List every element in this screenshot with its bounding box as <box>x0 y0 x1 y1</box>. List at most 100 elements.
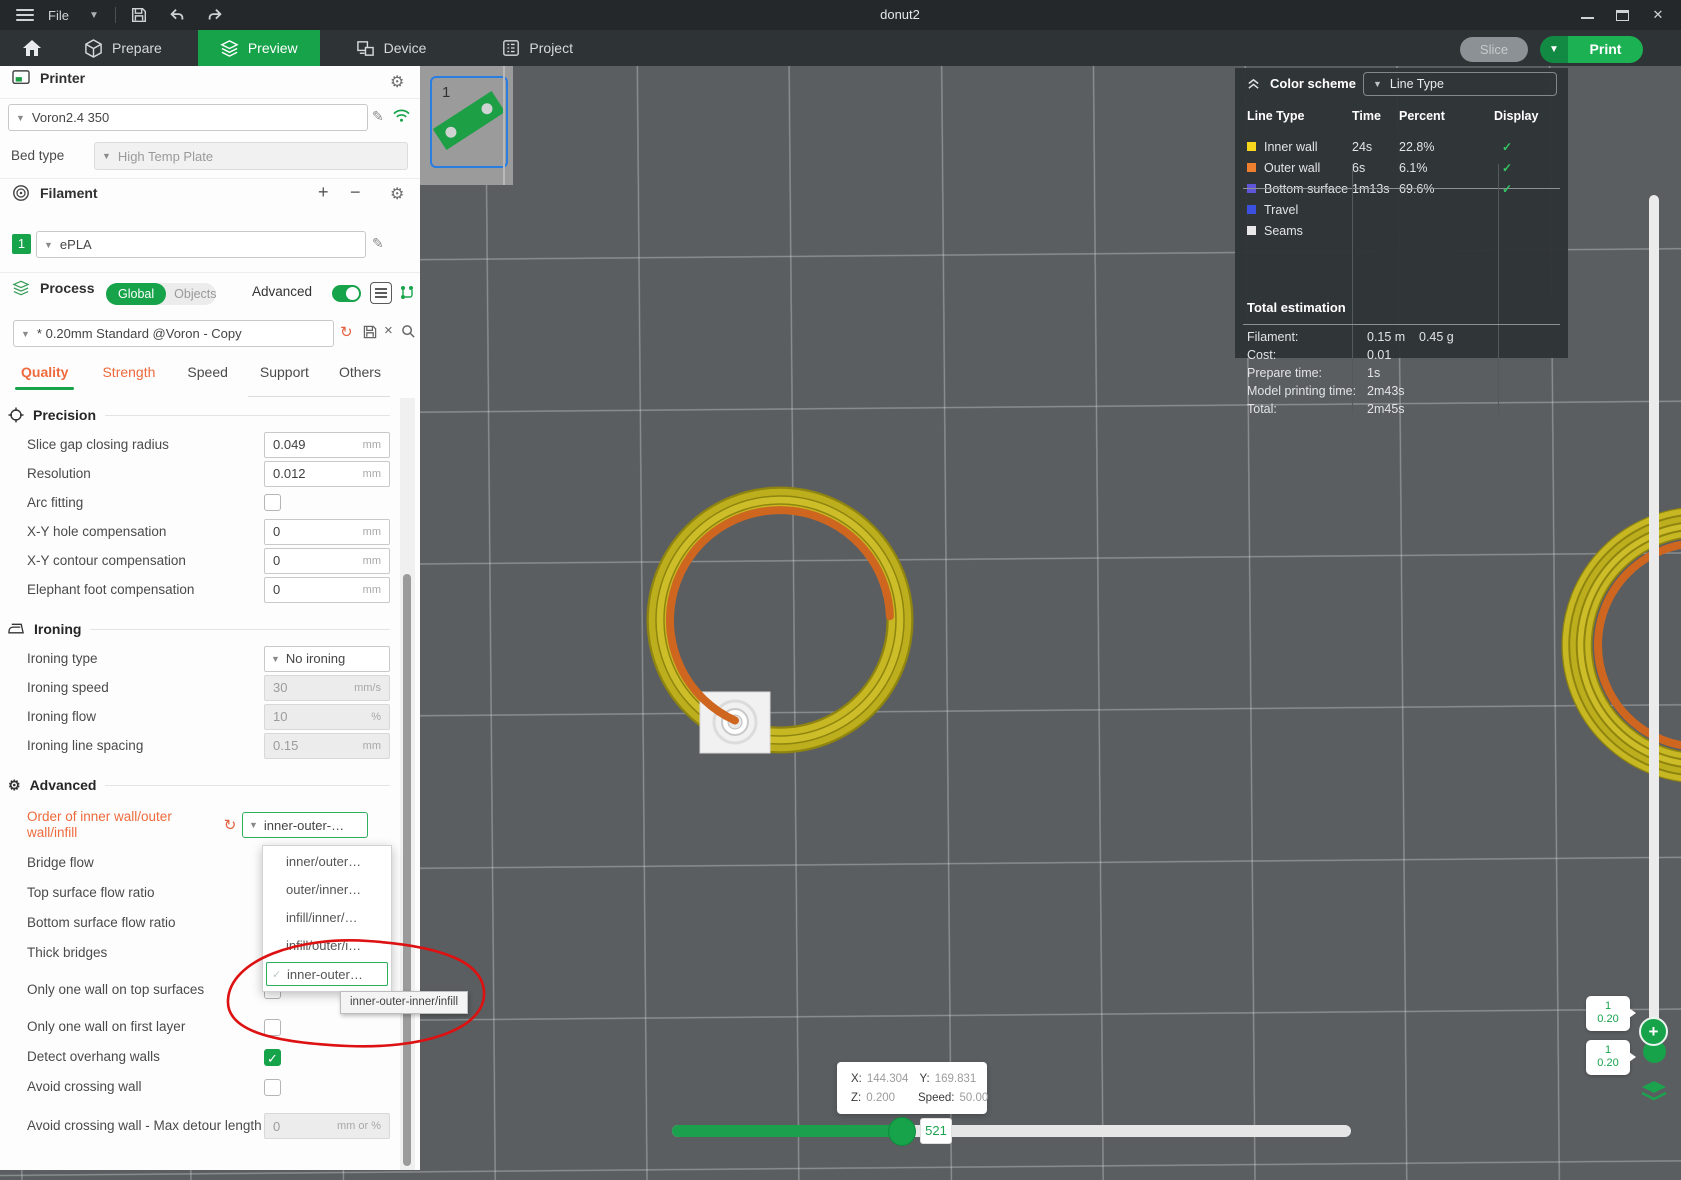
prepare-tab[interactable]: Prepare <box>74 30 172 66</box>
tab-support[interactable]: Support <box>258 362 311 390</box>
advanced-mode-toggle[interactable] <box>332 285 361 302</box>
chevron-down-icon: ▼ <box>249 820 258 830</box>
filament-icon <box>12 184 30 202</box>
dropdown-option[interactable]: infill/inner/… <box>263 904 391 932</box>
search-icon[interactable] <box>401 324 416 339</box>
project-icon <box>502 39 520 57</box>
outer-wall-swatch <box>1247 163 1256 172</box>
close-button[interactable]: ✕ <box>1651 7 1665 23</box>
add-filament-button[interactable]: + <box>318 182 329 203</box>
parameter-list-icon[interactable] <box>370 282 392 304</box>
dropdown-option[interactable]: infill/outer/i… <box>263 932 391 960</box>
undo-icon[interactable] <box>168 6 186 24</box>
max-detour-input: 0mm or % <box>264 1113 390 1139</box>
filament-slot-badge: 1 <box>12 234 31 254</box>
reset-preset-icon[interactable]: ↻ <box>340 323 353 341</box>
remove-filament-button[interactable]: − <box>350 182 361 203</box>
estimation-row: Total:2m45s <box>1247 402 1419 416</box>
arc-fitting-checkbox[interactable] <box>264 494 281 511</box>
home-icon <box>22 39 42 57</box>
edit-printer-icon[interactable]: ✎ <box>372 108 384 125</box>
dropdown-tooltip: inner-outer-inner/infill <box>340 991 468 1014</box>
avoid-crossing-wall-checkbox[interactable] <box>264 1079 281 1096</box>
process-preset-select[interactable]: ▼ * 0.20mm Standard @Voron - Copy <box>13 320 334 347</box>
line-type-select[interactable]: ▼ Line Type <box>1363 72 1557 96</box>
col-display: Display <box>1494 109 1554 123</box>
divider <box>1243 188 1560 189</box>
save-preset-icon[interactable] <box>362 324 378 340</box>
slice-button[interactable]: Slice <box>1460 37 1528 62</box>
minimize-button[interactable] <box>1581 11 1594 19</box>
layers-icon <box>220 39 239 58</box>
chevron-down-icon[interactable]: ▼ <box>89 10 99 21</box>
travel-swatch <box>1247 205 1256 214</box>
scope-objects[interactable]: Objects <box>166 287 224 301</box>
move-slider-fill <box>672 1125 902 1137</box>
reset-order-icon[interactable]: ↻ <box>221 816 239 834</box>
collapse-icon[interactable] <box>1247 77 1260 90</box>
scope-global[interactable]: Global <box>106 283 166 305</box>
printer-select[interactable]: ▼ Voron2.4 350 <box>8 104 368 131</box>
order-select[interactable]: ▼inner-outer-… <box>242 812 368 838</box>
estimation-row: Model printing time:2m43s <box>1247 384 1419 398</box>
move-slider-handle[interactable] <box>888 1117 916 1146</box>
tab-others[interactable]: Others <box>337 362 383 390</box>
tab-strength[interactable]: Strength <box>100 362 157 390</box>
precision-title: Precision <box>33 407 96 423</box>
elephant-foot-input[interactable]: 0mm <box>264 577 390 603</box>
layer-slider-handle-upper[interactable]: + <box>1639 1017 1668 1046</box>
ironing-section-header: Ironing <box>8 618 398 640</box>
gcode-viewer-icon[interactable] <box>399 284 415 302</box>
home-tab[interactable] <box>8 30 56 66</box>
ironing-type-select[interactable]: ▼No ironing <box>264 646 390 672</box>
maximize-button[interactable] <box>1616 10 1629 21</box>
advanced-title: Advanced <box>30 777 97 793</box>
dropdown-option[interactable]: inner/outer… <box>263 848 391 876</box>
estimation-row: Filament:0.15 m0.45 g <box>1247 330 1454 344</box>
layers-view-icon[interactable] <box>1641 1080 1667 1102</box>
ironing-title: Ironing <box>34 621 81 637</box>
divider <box>1243 324 1560 325</box>
tab-speed[interactable]: Speed <box>185 362 229 390</box>
dropdown-option[interactable]: outer/inner… <box>263 876 391 904</box>
precision-section-header: Precision <box>8 404 398 426</box>
layer-slider[interactable] <box>1649 195 1659 1040</box>
panel-scrollbar-thumb[interactable] <box>403 574 411 1166</box>
bed-type-select[interactable]: ▼ High Temp Plate <box>94 142 408 170</box>
project-tab[interactable]: Project <box>492 30 583 66</box>
filament-settings-gear-icon[interactable]: ⚙ <box>390 184 404 204</box>
only-one-wall-first-layer-checkbox[interactable] <box>264 1019 281 1036</box>
settings-scroll-area[interactable]: Precision Slice gap closing radius 0.049… <box>0 396 398 1150</box>
col-time: Time <box>1352 109 1399 123</box>
dropdown-option-selected[interactable]: ✓inner-outer… <box>266 962 388 986</box>
device-tab[interactable]: Device <box>346 30 437 66</box>
xy-contour-input[interactable]: 0mm <box>264 548 390 574</box>
preview-tab-active[interactable]: Preview <box>198 30 320 66</box>
print-button[interactable]: Print <box>1568 36 1643 63</box>
plate-thumbnail[interactable]: 1 <box>430 76 508 168</box>
process-icon <box>12 280 30 296</box>
filament-select[interactable]: ▼ ePLA <box>36 231 366 258</box>
wifi-icon[interactable] <box>392 108 411 123</box>
detect-overhang-walls-checkbox[interactable] <box>264 1049 281 1066</box>
save-icon[interactable] <box>130 6 148 24</box>
plate-number: 1 <box>442 84 450 101</box>
file-menu[interactable]: File ▼ <box>0 8 99 23</box>
line-type-name: Inner wall <box>1264 140 1318 154</box>
scope-toggle[interactable]: Global Objects <box>106 283 216 305</box>
print-dropdown-button[interactable]: ▼ <box>1540 36 1568 63</box>
move-slider[interactable] <box>672 1125 1351 1137</box>
slice-gap-input[interactable]: 0.049mm <box>264 432 390 458</box>
tab-quality[interactable]: Quality <box>19 362 70 390</box>
printer-settings-gear-icon[interactable]: ⚙ <box>390 72 404 92</box>
setting-row: Ironing line spacing 0.15mm <box>0 731 398 760</box>
color-scheme-panel: Color scheme ▼ Line Type Line Type Time … <box>1235 68 1568 358</box>
advanced-mode-label: Advanced <box>252 284 312 299</box>
delete-preset-icon[interactable]: × <box>384 322 393 339</box>
xy-hole-input[interactable]: 0mm <box>264 519 390 545</box>
redo-icon[interactable] <box>206 6 224 24</box>
line-type-row: Travel <box>1235 199 1568 220</box>
resolution-input[interactable]: 0.012mm <box>264 461 390 487</box>
edit-filament-icon[interactable]: ✎ <box>372 235 384 252</box>
chevron-down-icon: ▼ <box>1373 79 1382 89</box>
